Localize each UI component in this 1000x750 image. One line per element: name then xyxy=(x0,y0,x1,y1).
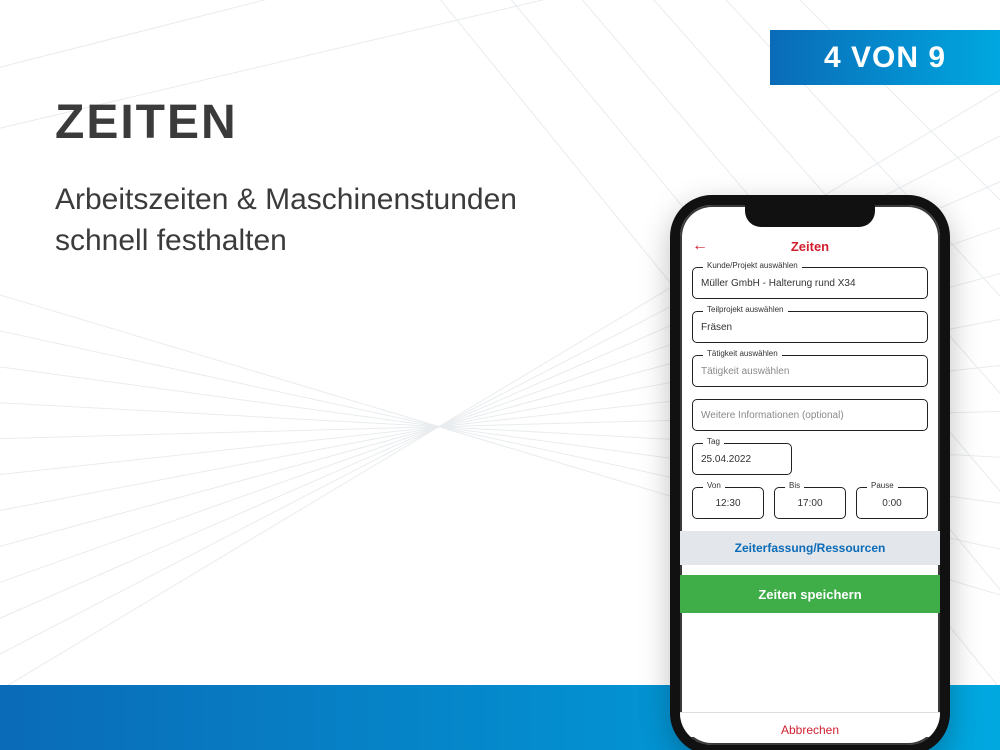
activity-select[interactable]: Tätigkeit auswählen Tätigkeit auswählen xyxy=(692,355,928,387)
app-screen: ← Zeiten Kunde/Projekt auswählen Müller … xyxy=(680,205,940,745)
subproject-select[interactable]: Teilprojekt auswählen Fräsen xyxy=(692,311,928,343)
subproject-select-label: Teilprojekt auswählen xyxy=(703,305,788,314)
phone-mockup: ← Zeiten Kunde/Projekt auswählen Müller … xyxy=(670,195,950,750)
page-counter-badge: 4 VON 9 xyxy=(770,30,1000,85)
from-input-label: Von xyxy=(703,481,725,490)
page-subtitle: Arbeitszeiten & Maschinenstunden schnell… xyxy=(55,180,525,261)
activity-select-label: Tätigkeit auswählen xyxy=(703,349,782,358)
project-select-label: Kunde/Projekt auswählen xyxy=(703,261,802,270)
app-header: ← Zeiten xyxy=(680,231,940,261)
notes-input-placeholder: Weitere Informationen (optional) xyxy=(701,410,844,421)
day-input-label: Tag xyxy=(703,437,724,446)
pause-input-label: Pause xyxy=(867,481,898,490)
back-arrow-icon[interactable]: ← xyxy=(692,237,708,255)
to-input-label: Bis xyxy=(785,481,804,490)
subproject-select-value: Fräsen xyxy=(701,322,732,333)
project-select[interactable]: Kunde/Projekt auswählen Müller GmbH - Ha… xyxy=(692,267,928,299)
pause-input[interactable]: Pause 0:00 xyxy=(856,487,928,519)
phone-notch xyxy=(745,205,875,227)
time-form: Kunde/Projekt auswählen Müller GmbH - Ha… xyxy=(680,261,940,745)
from-input-value: 12:30 xyxy=(715,498,740,509)
from-input[interactable]: Von 12:30 xyxy=(692,487,764,519)
project-select-value: Müller GmbH - Halterung rund X34 xyxy=(701,278,856,289)
app-header-title: Zeiten xyxy=(791,239,829,254)
page-title: ZEITEN xyxy=(55,95,238,150)
day-input[interactable]: Tag 25.04.2022 xyxy=(692,443,792,475)
notes-input[interactable]: Weitere Informationen (optional) xyxy=(692,399,928,431)
slide: 4 VON 9 ZEITEN Arbeitszeiten & Maschinen… xyxy=(0,0,1000,750)
day-input-value: 25.04.2022 xyxy=(701,454,751,465)
pause-input-value: 0:00 xyxy=(882,498,901,509)
resources-link[interactable]: Zeiterfassung/Ressourcen xyxy=(680,531,940,565)
save-button[interactable]: Zeiten speichern xyxy=(680,575,940,613)
activity-select-value: Tätigkeit auswählen xyxy=(701,366,789,377)
to-input-value: 17:00 xyxy=(797,498,822,509)
cancel-button[interactable]: Abbrechen xyxy=(680,712,940,737)
to-input[interactable]: Bis 17:00 xyxy=(774,487,846,519)
